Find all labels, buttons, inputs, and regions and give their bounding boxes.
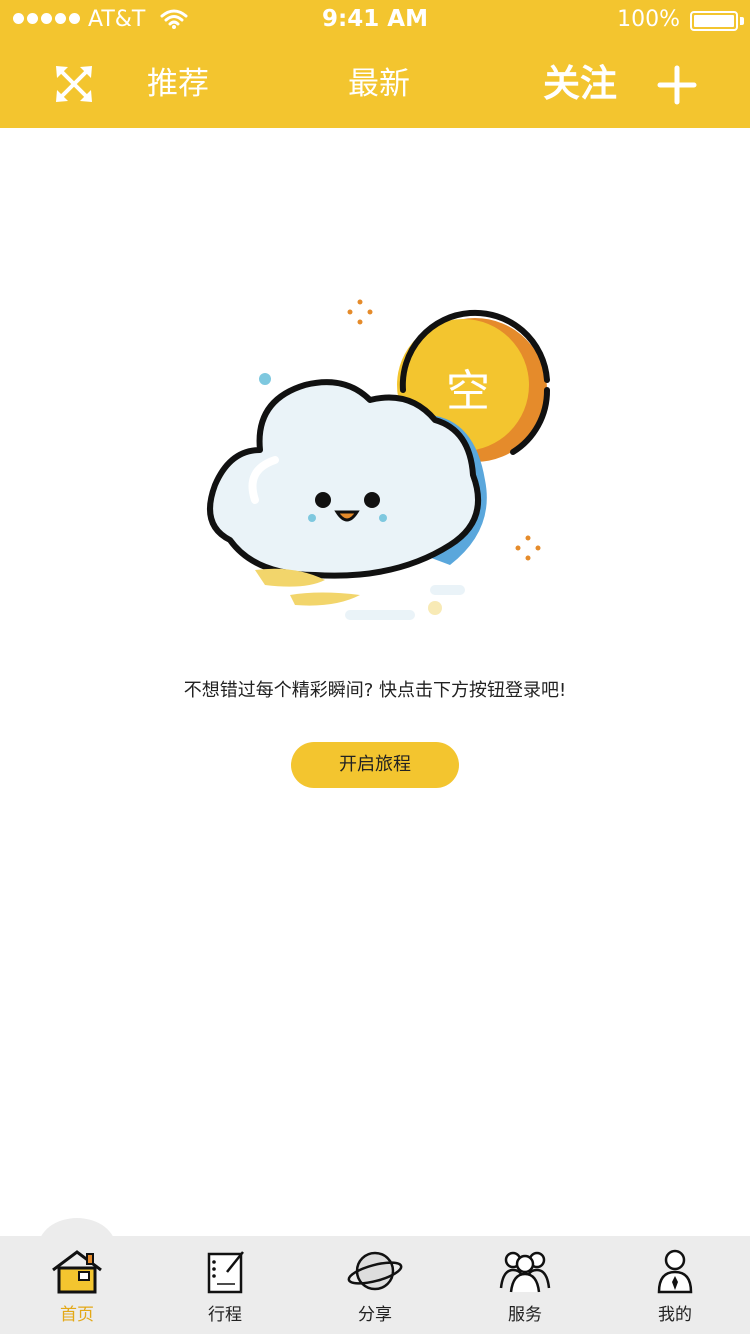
expand-button[interactable] (50, 60, 98, 108)
tabbar-item-services[interactable]: 服务 (470, 1236, 580, 1334)
notebook-icon (207, 1251, 244, 1294)
start-journey-button[interactable]: 开启旅程 (291, 742, 459, 788)
tabbar-item-share[interactable]: 分享 (320, 1236, 430, 1334)
empty-state-illustration: 空 (195, 290, 565, 640)
tabbar-label: 服务 (508, 1305, 542, 1325)
header: AT&T 9:41 AM 100% 推荐 最新 关注 (0, 0, 750, 128)
bottom-tab-bar: 首页 行程 分享 服务 我的 (0, 1218, 750, 1334)
empty-label: 空 (446, 366, 490, 417)
top-nav: 推荐 最新 关注 (0, 40, 750, 128)
cloud-moon-illustration: 空 (207, 299, 551, 620)
battery-percentage: 100% (617, 7, 680, 32)
tabbar-item-home[interactable]: 首页 (22, 1236, 132, 1334)
expand-arrows-icon (56, 66, 92, 102)
tabbar-label: 分享 (358, 1305, 392, 1325)
tabbar-label: 首页 (60, 1305, 94, 1325)
status-bar: AT&T 9:41 AM 100% (0, 0, 750, 40)
tabbar-item-profile[interactable]: 我的 (620, 1236, 730, 1334)
empty-state-message: 不想错过每个精彩瞬间? 快点击下方按钮登录吧! (183, 680, 567, 701)
tabbar-label: 我的 (658, 1305, 692, 1325)
tab-recommended[interactable]: 推荐 (147, 60, 209, 108)
plus-icon (657, 65, 697, 105)
group-icon (499, 1251, 551, 1293)
tab-following[interactable]: 关注 (543, 60, 617, 108)
home-icon (52, 1250, 102, 1294)
user-icon (657, 1249, 693, 1294)
planet-icon (347, 1251, 403, 1291)
tab-latest[interactable]: 最新 (348, 60, 410, 108)
tabbar-item-itinerary[interactable]: 行程 (170, 1236, 280, 1334)
add-button[interactable] (652, 60, 702, 110)
battery-icon (690, 11, 738, 31)
tabbar-label: 行程 (208, 1305, 242, 1325)
